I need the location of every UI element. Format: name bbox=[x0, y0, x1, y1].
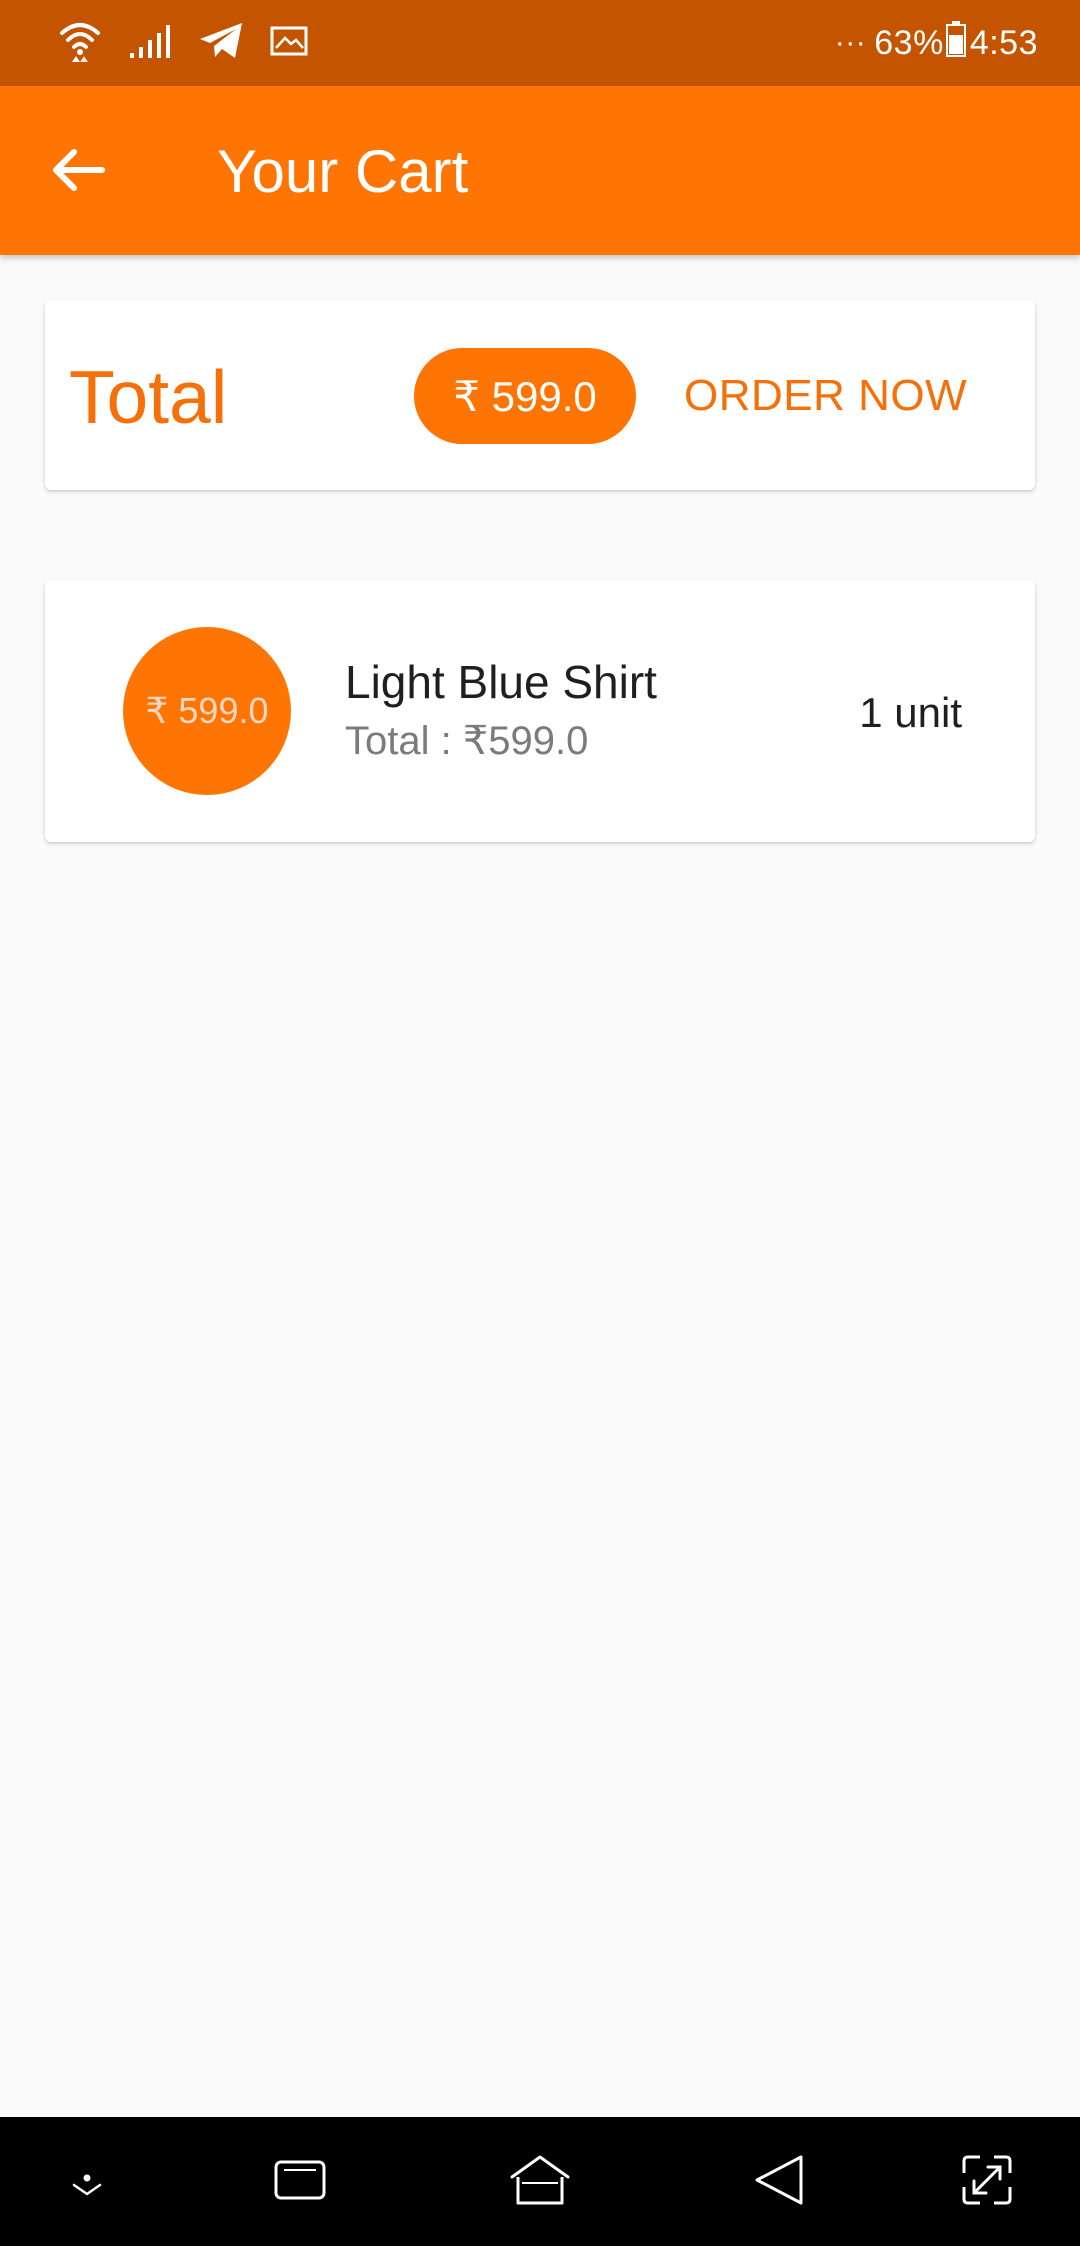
status-icons-left bbox=[58, 20, 308, 66]
status-bar: ··· 63% 4:53 bbox=[0, 0, 1080, 86]
page-title: Your Cart bbox=[217, 138, 469, 205]
hide-nav-button[interactable] bbox=[52, 2147, 122, 2217]
item-total: Total : ₹599.0 bbox=[345, 719, 589, 763]
home-icon bbox=[508, 2153, 572, 2212]
status-info-right: ··· 63% 4:53 bbox=[835, 20, 1038, 66]
hide-nav-icon bbox=[65, 2158, 109, 2207]
total-amount-chip[interactable]: ₹ 599.0 bbox=[414, 348, 636, 444]
battery-icon bbox=[945, 20, 966, 66]
wifi-icon bbox=[58, 19, 102, 68]
back-icon bbox=[753, 2153, 807, 2212]
back-nav-button[interactable] bbox=[745, 2147, 815, 2217]
status-time: 4:53 bbox=[969, 23, 1038, 62]
app-bar: Your Cart bbox=[0, 86, 1080, 255]
home-button[interactable] bbox=[505, 2147, 575, 2217]
total-card: Total ₹ 599.0 ORDER NOW bbox=[45, 300, 1035, 490]
total-label: Total bbox=[69, 355, 228, 439]
more-notifications-indicator: ··· bbox=[834, 26, 867, 59]
system-nav-bar bbox=[0, 2117, 1080, 2246]
screen-expand-icon bbox=[960, 2153, 1014, 2212]
signal-icon bbox=[128, 23, 172, 64]
item-price-avatar: ₹ 599.0 bbox=[123, 627, 291, 795]
back-button[interactable] bbox=[40, 134, 116, 210]
arrow-left-icon bbox=[50, 146, 106, 199]
battery-percent: 63% bbox=[874, 23, 944, 62]
order-now-button[interactable]: ORDER NOW bbox=[684, 365, 967, 427]
item-quantity: 1 unit bbox=[859, 689, 962, 736]
image-notification-icon bbox=[270, 26, 308, 61]
item-name: Light Blue Shirt bbox=[345, 656, 657, 708]
recent-apps-button[interactable] bbox=[265, 2147, 335, 2217]
telegram-icon bbox=[198, 22, 244, 65]
cart-item-card[interactable]: ₹ 599.0 Light Blue Shirt Total : ₹599.0 … bbox=[45, 580, 1035, 842]
screen-expand-button[interactable] bbox=[952, 2147, 1022, 2217]
recent-apps-icon bbox=[272, 2156, 328, 2209]
